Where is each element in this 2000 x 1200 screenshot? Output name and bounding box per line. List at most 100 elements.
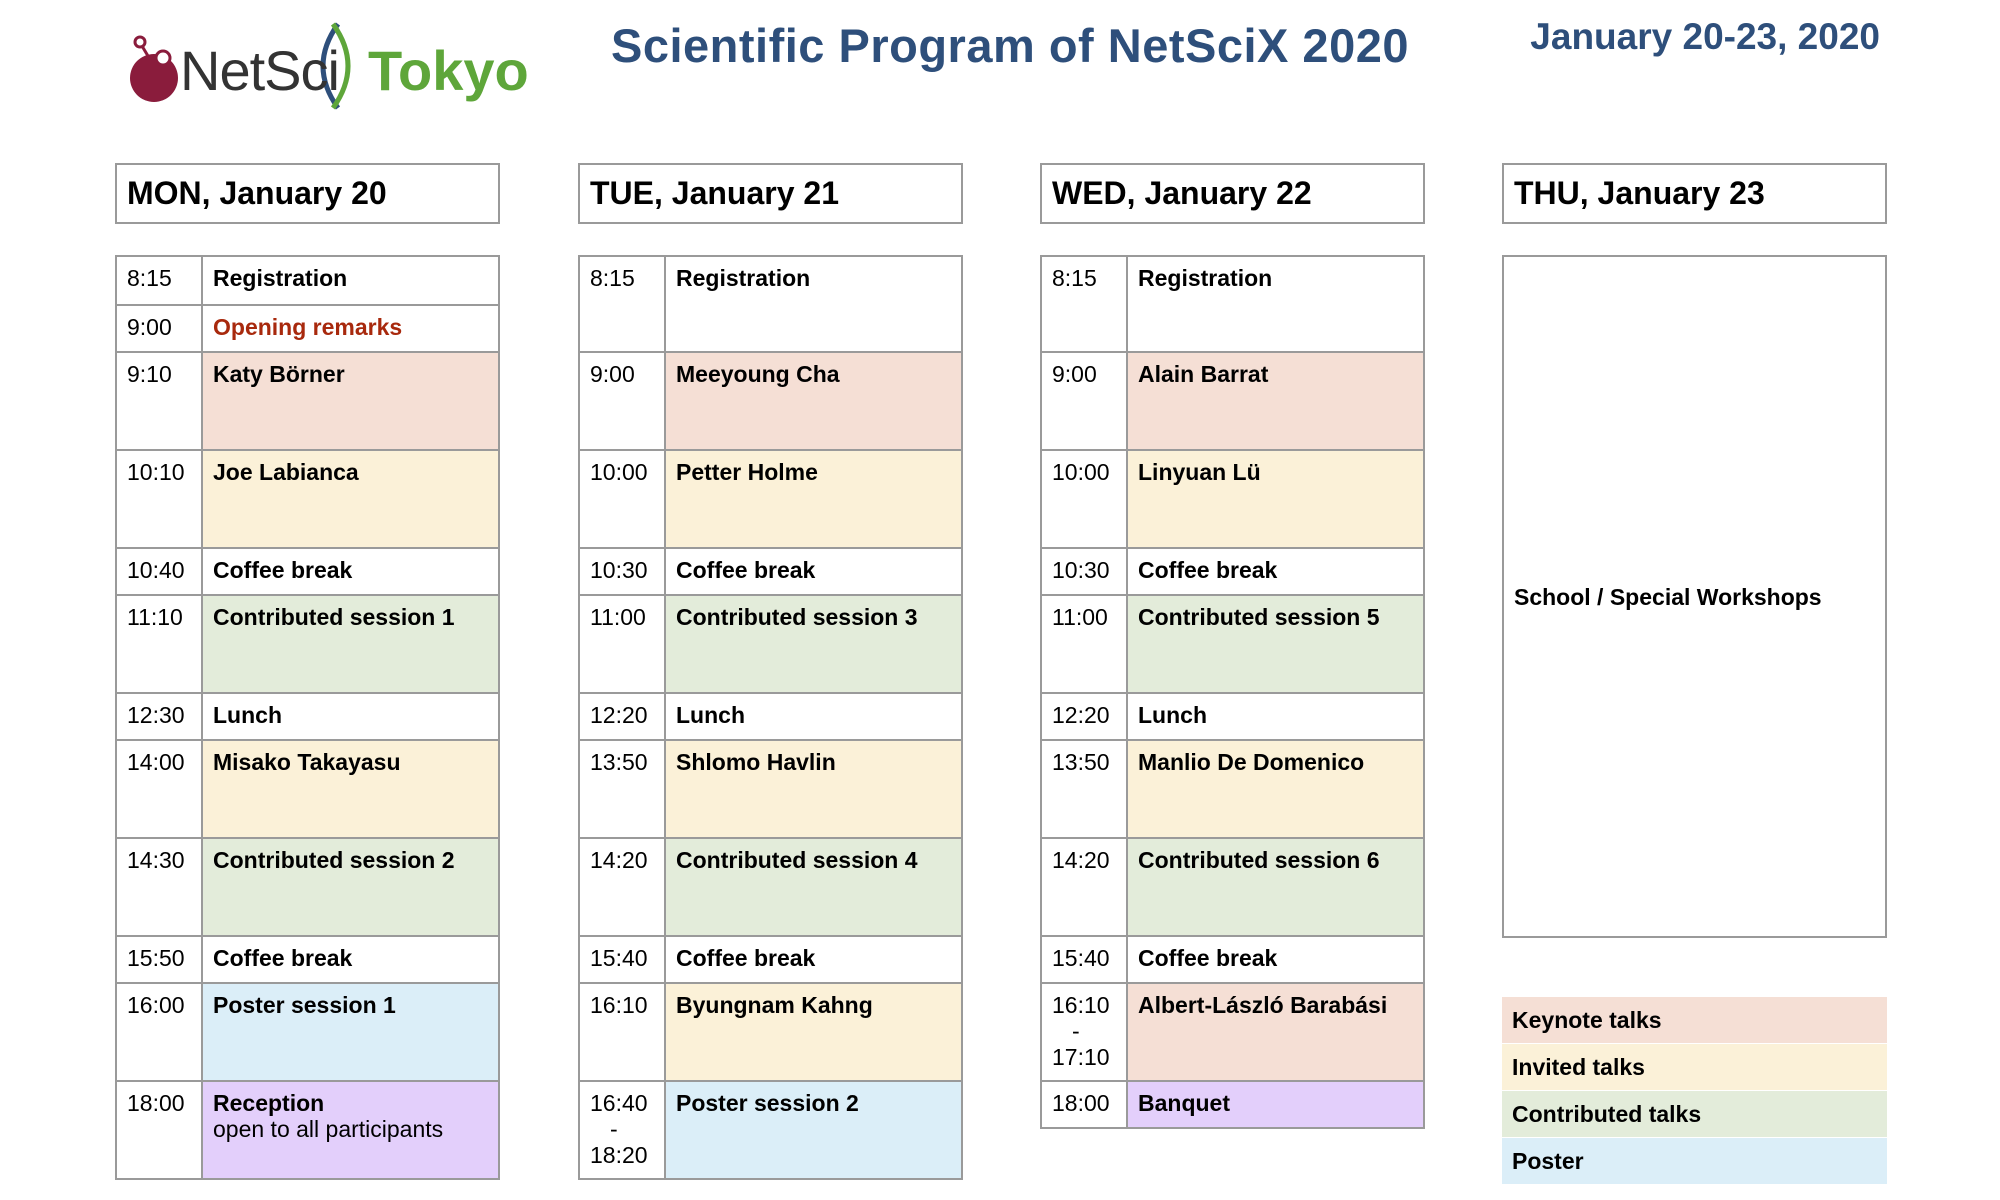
time-cell: 14:20 [1042,839,1128,935]
time-cell: 14:20 [580,839,666,935]
time-start: 13:50 [590,749,648,775]
event-cell-keynote: Meeyoung Cha [666,353,961,449]
time-start: 8:15 [590,265,635,291]
schedule-row: 14:20 Contributed session 6 [1042,837,1423,935]
event-title: Reception [213,1090,325,1116]
event-title: Lunch [213,702,282,728]
schedule-row: 12:20 Lunch [580,692,961,739]
thursday-workshops-box: School / Special Workshops [1502,255,1887,938]
event-cell-plain: Coffee break [203,549,498,594]
time-cell: 16:40-18:20 [580,1082,666,1178]
day-column: MON, January 20 8:15 Registration 9:00 Openi… [115,163,500,1180]
schedule-row: 12:30 Lunch [117,692,498,739]
schedule-row: 16:40-18:20 Poster session 2 [580,1080,961,1178]
schedule-row: 16:00 Poster session 1 [117,982,498,1080]
time-cell: 9:00 [580,353,666,449]
time-start: 9:00 [1052,361,1097,387]
event-cell-plain: Lunch [203,694,498,739]
event-title: Contributed session 5 [1138,604,1380,630]
time-cell: 18:00 [117,1082,203,1178]
day-column: WED, January 22 8:15 Registration 9:00 Alain… [1040,163,1425,1129]
schedule-row: 14:00 Misako Takayasu [117,739,498,837]
time-cell: 10:00 [580,451,666,547]
event-title: Linyuan Lü [1138,459,1261,485]
time-start: 9:00 [127,314,172,340]
event-title: Coffee break [676,557,816,583]
time-start: 18:00 [127,1090,185,1116]
schedule-row: 8:15 Registration [580,257,961,351]
schedule-row: 15:40 Coffee break [1042,935,1423,982]
time-cell: 15:40 [580,937,666,982]
schedule-row: 11:00 Contributed session 3 [580,594,961,692]
day-title: MON, January 20 [115,163,500,224]
event-title: Registration [1138,265,1273,291]
event-title: Contributed session 1 [213,604,455,630]
schedule-row: 10:30 Coffee break [1042,547,1423,594]
event-title: Banquet [1138,1090,1230,1116]
time-start: 12:20 [590,702,648,728]
event-cell-plain: Lunch [1128,694,1423,739]
event-cell-contrib: Contributed session 2 [203,839,498,935]
event-title: Coffee break [1138,557,1278,583]
schedule-row: 14:30 Contributed session 2 [117,837,498,935]
schedule-table: 8:15 Registration 9:00 Opening remarks 9:10 K… [115,255,500,1180]
event-title: Contributed session 2 [213,847,455,873]
time-cell: 8:15 [1042,257,1128,351]
event-title: Albert-László Barabási [1138,992,1388,1018]
time-cell: 16:10-17:10 [1042,984,1128,1080]
event-title: Poster session 1 [213,992,396,1018]
event-title: Joe Labianca [213,459,359,485]
event-cell-plain: Coffee break [1128,937,1423,982]
event-title: Registration [213,265,348,291]
time-start: 8:15 [127,265,172,291]
time-start: 10:00 [590,459,648,485]
time-start: 15:50 [127,945,185,971]
time-cell: 9:00 [1042,353,1128,449]
event-subtitle: open to all participants [213,1116,444,1142]
event-cell-social: Banquet [1128,1082,1423,1127]
event-cell-keynote: Alain Barrat [1128,353,1423,449]
event-cell-invited: Byungnam Kahng [666,984,961,1080]
time-start: 10:10 [127,459,185,485]
event-title: Manlio De Domenico [1138,749,1365,775]
legend-item-keynote: Keynote talks [1502,997,1887,1043]
time-cell: 9:00 [117,306,203,351]
schedule-row: 18:00 Reception open to all participants [117,1080,498,1178]
time-cell: 8:15 [580,257,666,351]
thursday-event: School / Special Workshops [1514,584,1822,610]
time-start: 14:00 [127,749,185,775]
time-cell: 9:10 [117,353,203,449]
event-title: Lunch [1138,702,1207,728]
schedule-row: 10:30 Coffee break [580,547,961,594]
event-cell-invited: Shlomo Havlin [666,741,961,837]
time-cell: 15:50 [117,937,203,982]
event-cell-invited: Manlio De Domenico [1128,741,1423,837]
time-start: 16:00 [127,992,185,1018]
schedule-row: 11:10 Contributed session 1 [117,594,498,692]
day-column-thursday: THU, January 23 School / Special Worksho… [1502,163,1887,938]
netsci-tokyo-logo: NetSci Tokyo [128,16,529,116]
logo-tokyo-text: Tokyo [368,39,529,102]
event-title: Contributed session 6 [1138,847,1380,873]
time-separator: - [610,1116,618,1142]
event-title: Coffee break [213,557,353,583]
schedule-table: 8:15 Registration 9:00 Meeyoung Cha 10:00 Pet… [578,255,963,1180]
schedule-row: 10:00 Petter Holme [580,449,961,547]
event-cell-plain: Lunch [666,694,961,739]
time-cell: 10:30 [1042,549,1128,594]
time-start: 16:40 [590,1090,648,1116]
time-separator: - [1072,1018,1080,1044]
time-start: 16:10 [1052,992,1110,1018]
event-cell-contrib: Contributed session 4 [666,839,961,935]
schedule-row: 10:00 Linyuan Lü [1042,449,1423,547]
time-cell: 10:40 [117,549,203,594]
time-cell: 15:40 [1042,937,1128,982]
event-cell-poster: Poster session 1 [203,984,498,1080]
day-column: TUE, January 21 8:15 Registration 9:00 Meeyo… [578,163,963,1180]
page-title: Scientific Program of NetSciX 2020 [610,19,1409,72]
time-start: 10:00 [1052,459,1110,485]
event-title: Contributed session 3 [676,604,918,630]
event-title: Meeyoung Cha [676,361,840,387]
schedule-row: 16:10-17:10 Albert-László Barabási [1042,982,1423,1080]
event-cell-invited: Misako Takayasu [203,741,498,837]
